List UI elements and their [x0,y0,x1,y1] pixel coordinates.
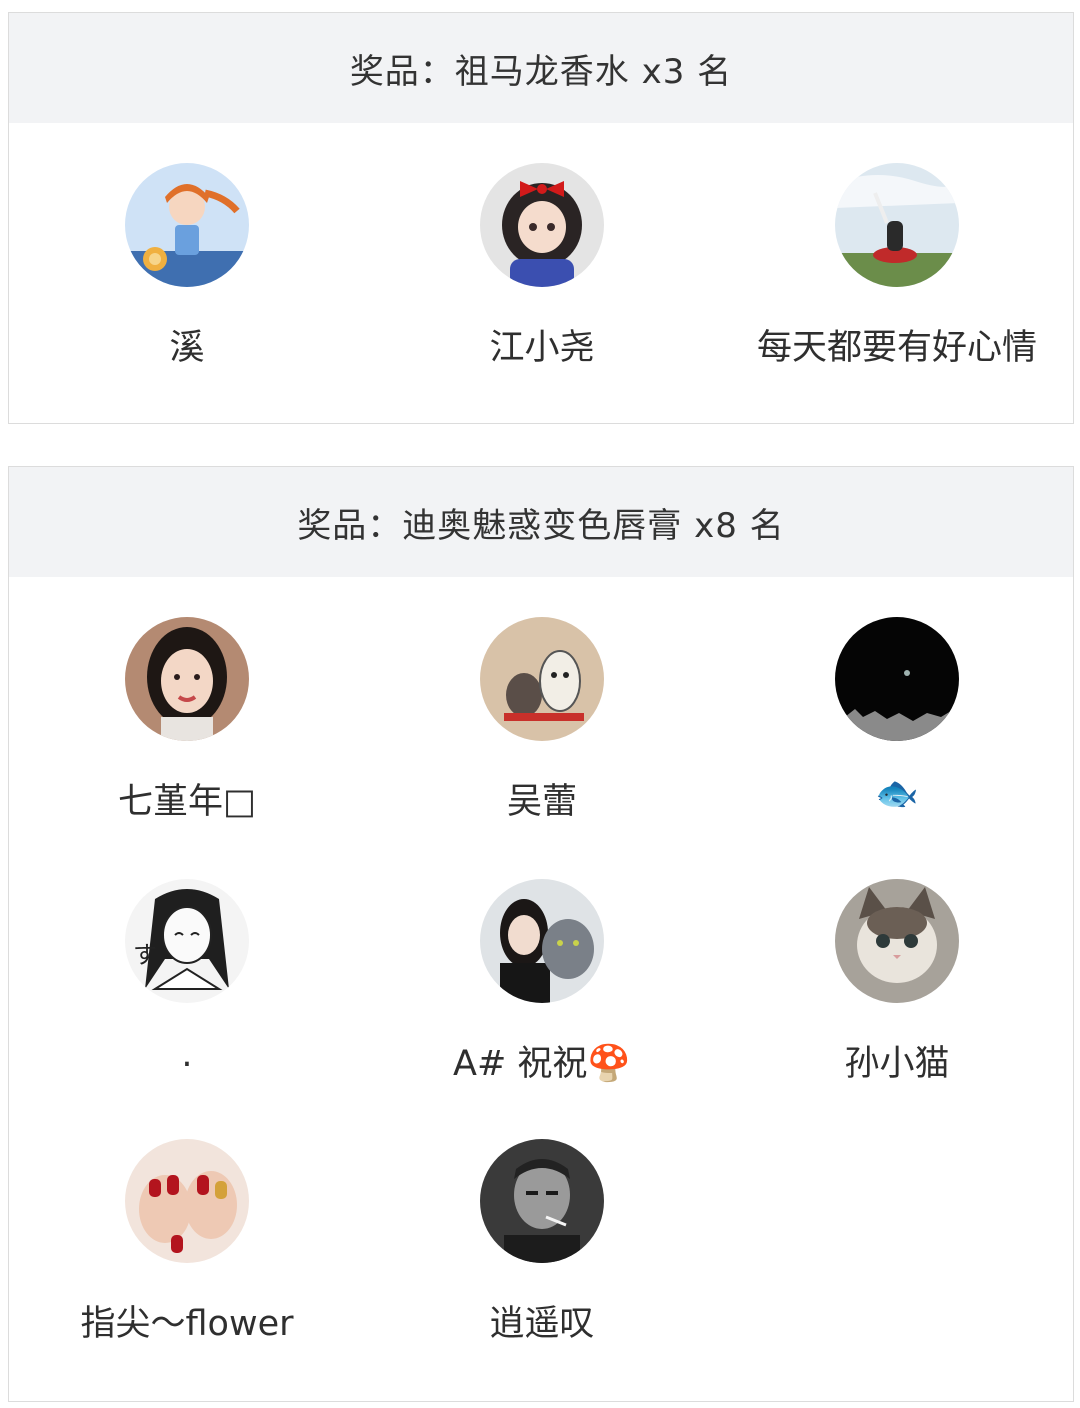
avatar[interactable] [835,879,959,1003]
winner-item[interactable]: す . [9,879,365,1075]
winner-name: A# 祝祝🍄 [453,1044,631,1084]
avatar[interactable] [835,163,959,287]
winner-item[interactable]: 孙小猫 [719,879,1075,1086]
winner-name: 🐟 [875,774,919,814]
winner-name: 吴蕾 [506,782,577,822]
prize-section-lipstick: 奖品：迪奥魅惑变色唇膏 x8 名 七堇年□ 吴蕾 🐟 す . A# 祝祝🍄 孙小… [8,466,1074,1402]
avatar[interactable] [125,617,249,741]
winner-name: 逍遥叹 [489,1304,595,1344]
winner-item[interactable]: 每天都要有好心情 [719,163,1075,370]
avatar[interactable] [125,1139,249,1263]
avatar[interactable] [125,163,249,287]
avatar[interactable] [835,617,959,741]
winner-item[interactable]: 江小尧 [364,163,720,370]
winner-item[interactable]: A# 祝祝🍄 [364,879,720,1086]
winner-name: 七堇年□ [117,782,257,822]
winner-name: 指尖～flower [80,1304,294,1344]
winner-item[interactable]: 吴蕾 [364,617,720,824]
winner-item[interactable]: 指尖～flower [9,1139,365,1346]
avatar[interactable] [480,163,604,287]
winner-item[interactable]: 七堇年□ [9,617,365,824]
winner-item[interactable]: 逍遥叹 [364,1139,720,1346]
svg-text:す: す [133,941,157,969]
prize-title: 奖品：迪奥魅惑变色唇膏 x8 名 [9,467,1073,577]
avatar[interactable] [480,1139,604,1263]
prize-title: 奖品：祖马龙香水 x3 名 [9,13,1073,123]
winner-name: 孙小猫 [844,1044,950,1084]
avatar[interactable] [480,879,604,1003]
avatar[interactable] [480,617,604,741]
winner-name: 每天都要有好心情 [756,328,1037,368]
avatar[interactable]: す [125,879,249,1003]
prize-section-perfume: 奖品：祖马龙香水 x3 名 溪 江小尧 每天都要有好心情 [8,12,1074,424]
winner-item[interactable]: 溪 [9,163,365,370]
winner-name: 溪 [169,328,205,368]
winner-name: . [181,1035,193,1075]
winner-item[interactable]: 🐟 [719,617,1075,814]
winner-name: 江小尧 [489,328,595,368]
